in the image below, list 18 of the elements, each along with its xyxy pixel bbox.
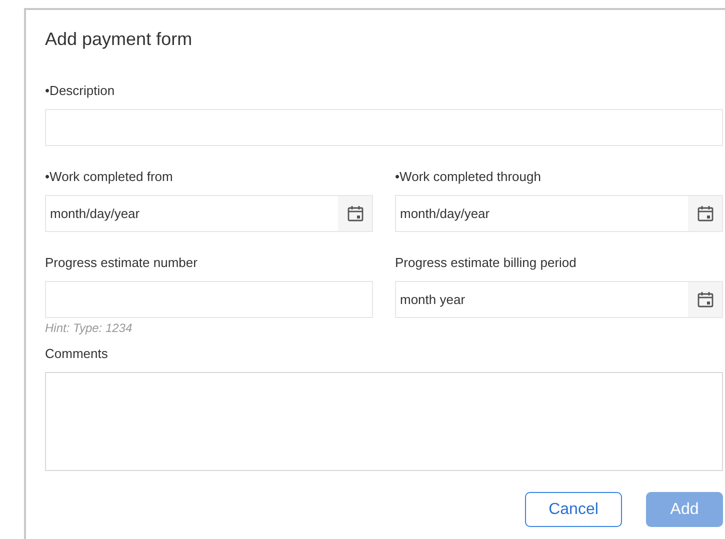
date-field[interactable]: month year: [395, 281, 723, 318]
date-field[interactable]: month/day/year: [395, 195, 723, 232]
field-label: Progress estimate number: [45, 255, 198, 271]
input-field[interactable]: [45, 281, 373, 318]
input-field[interactable]: [45, 109, 723, 146]
hint-text: Hint: Type: 1234: [45, 320, 132, 337]
cancel-button[interactable]: Cancel: [525, 492, 622, 527]
comments-field[interactable]: [45, 372, 723, 471]
field-label: •Description: [45, 83, 115, 99]
field-label: Progress estimate billing period: [395, 255, 576, 271]
dialog-title: Add payment form: [45, 28, 194, 51]
field-label: •Work completed from: [45, 169, 173, 185]
calendar-icon: [346, 205, 364, 222]
field-label: Comments: [45, 346, 108, 362]
field-label: •Work completed through: [395, 169, 541, 185]
calendar-icon: [696, 205, 714, 222]
date-field[interactable]: month/day/year: [45, 195, 373, 232]
calendar-icon: [696, 291, 714, 308]
